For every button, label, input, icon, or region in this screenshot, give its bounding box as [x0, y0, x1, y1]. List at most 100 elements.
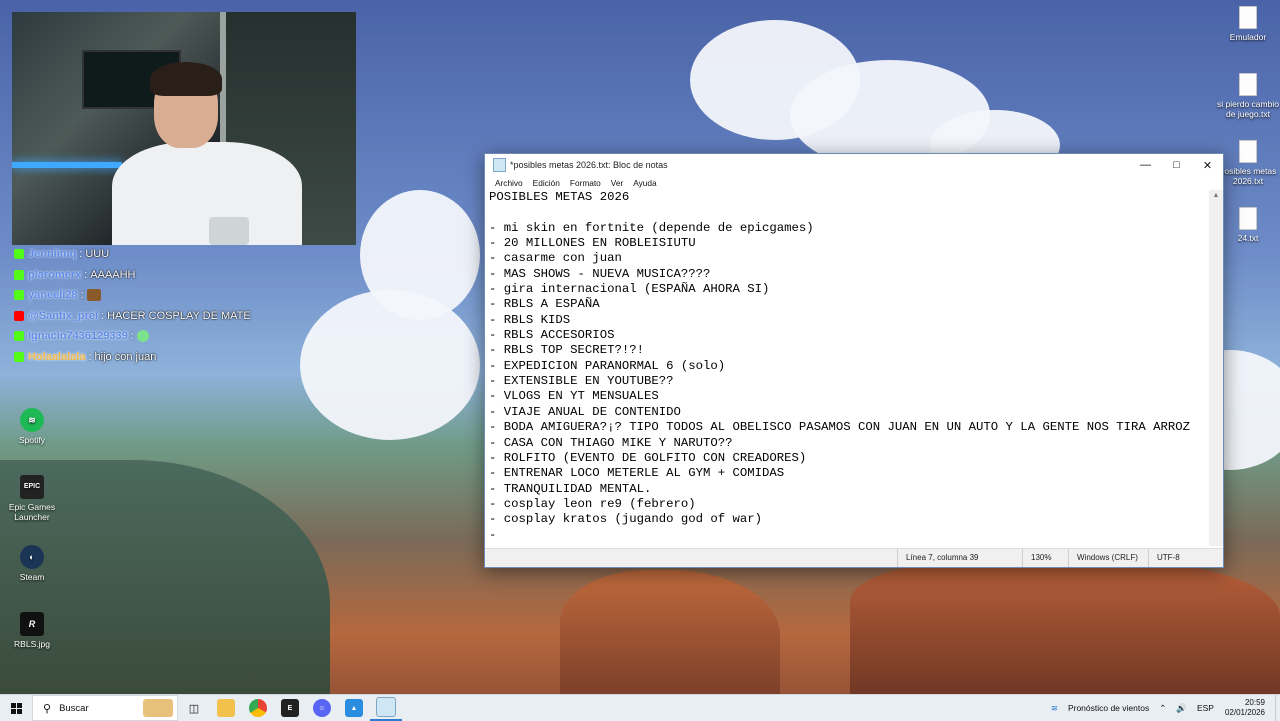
- chat-username: @Santix_prel: [28, 309, 99, 322]
- clock-date: 02/01/2026: [1224, 708, 1265, 717]
- notepad-line: - BODA AMIGUERA?¡? TIPO TODOS AL OBELISC…: [489, 420, 1191, 435]
- weather-text[interactable]: Pronóstico de vientos: [1063, 703, 1154, 713]
- notepad-line: - ROLFITO (EVENTO DE GOLFITO CON CREADOR…: [489, 450, 807, 465]
- notepad-line: - RBLS TOP SECRET?!?!: [489, 343, 644, 358]
- maximize-button[interactable]: □: [1161, 154, 1192, 176]
- menu-edicion[interactable]: Edición: [528, 176, 565, 190]
- chat-row: plaromerx: AAAAHH: [14, 265, 314, 286]
- start-button[interactable]: [0, 695, 32, 721]
- taskbar-chrome[interactable]: [242, 695, 274, 721]
- weather-icon: ≋: [1050, 702, 1058, 713]
- wallpaper-cloud: [300, 290, 480, 440]
- desktop-icon-epic-games[interactable]: EPIC Epic Games Launcher: [1, 475, 63, 522]
- menu-archivo[interactable]: Archivo: [490, 176, 528, 190]
- notepad-line: [489, 205, 1207, 220]
- taskbar-discord[interactable]: ☺: [306, 695, 338, 721]
- notepad-window[interactable]: *posibles metas 2026.txt: Bloc de notas …: [484, 153, 1224, 568]
- notepad-line: - RBLS ACCESORIOS: [489, 328, 615, 343]
- desktop-icon-label: posibles metas 2026.txt: [1219, 166, 1277, 186]
- taskbar-file-explorer[interactable]: [210, 695, 242, 721]
- show-desktop-button[interactable]: [1275, 695, 1280, 721]
- menu-formato[interactable]: Formato: [565, 176, 606, 190]
- clock[interactable]: 20:59 02/01/2026: [1219, 698, 1275, 718]
- taskbar-search[interactable]: ⚲ Buscar: [32, 695, 178, 721]
- language-indicator[interactable]: ESP: [1192, 703, 1219, 713]
- status-encoding: UTF-8: [1148, 549, 1223, 567]
- desktop-icon-label: Spotify: [19, 435, 45, 445]
- notepad-line: - CASA CON THIAGO MIKE Y NARUTO??: [489, 435, 733, 450]
- kick-badge-icon: [14, 331, 24, 342]
- photos-icon: ▲: [345, 699, 363, 717]
- status-zoom: 130%: [1022, 549, 1068, 567]
- desktop-icon-label: Steam: [19, 572, 45, 582]
- wallpaper-rock: [560, 570, 780, 700]
- clock-time: 20:59: [1244, 698, 1265, 707]
- desktop-icon-emulador[interactable]: Emulador: [1217, 6, 1279, 42]
- chat-separator: :: [84, 268, 88, 281]
- chevron-up-icon[interactable]: ⌃: [1154, 703, 1171, 714]
- kick-badge-icon: [14, 290, 24, 301]
- close-button[interactable]: ✕: [1192, 154, 1223, 176]
- chat-username: Jenniimq: [28, 248, 77, 261]
- task-view-icon: ◫: [188, 702, 200, 715]
- taskbar-epic-games[interactable]: E: [274, 695, 306, 721]
- taskbar: ⚲ Buscar ◫ E ☺ ▲ ≋ Pronóstico de vientos…: [0, 694, 1280, 721]
- notepad-line: - RBLS KIDS: [489, 312, 571, 327]
- notepad-line: - casarme con juan: [489, 251, 622, 266]
- desktop-icon-label: RBLS.jpg: [14, 639, 50, 649]
- chat-separator: :: [88, 350, 92, 363]
- chat-row: Ignacio7436129339:: [14, 326, 314, 347]
- notepad-line: - VLOGS EN YT MENSUALES: [489, 389, 659, 404]
- task-view-button[interactable]: ◫: [178, 695, 210, 721]
- desktop-icon-spotify[interactable]: ≋ Spotify: [1, 408, 63, 445]
- notepad-titlebar[interactable]: *posibles metas 2026.txt: Bloc de notas …: [485, 154, 1223, 176]
- speaker-icon[interactable]: 🔊: [1171, 703, 1192, 714]
- text-file-icon: [1239, 140, 1257, 163]
- search-placeholder: Buscar: [59, 702, 89, 714]
- youtube-badge-icon: [14, 310, 24, 321]
- notepad-statusbar: Línea 7, columna 39 130% Windows (CRLF) …: [485, 548, 1223, 567]
- notepad-line: - VIAJE ANUAL DE CONTENIDO: [489, 404, 681, 419]
- discord-icon: ☺: [313, 699, 331, 717]
- notepad-line: - cosplay leon re9 (febrero): [489, 496, 696, 511]
- desktop-icon-label: 24.txt: [1237, 233, 1259, 243]
- chat-row: @Santix_prel: HACER COSPLAY DE MATE: [14, 306, 314, 327]
- notepad-app-icon: [493, 158, 506, 172]
- chat-row: yaneeli28:: [14, 285, 314, 306]
- taskbar-notepad[interactable]: [370, 695, 402, 721]
- emote-icon: [86, 289, 101, 302]
- notepad-text-area[interactable]: POSIBLES METAS 2026 - mi skin en fortnit…: [485, 190, 1207, 546]
- stream-chat: Jenniimq: UUU plaromerx: AAAAHH yaneeli2…: [14, 236, 314, 367]
- minimize-button[interactable]: —: [1130, 154, 1161, 176]
- alien-emote-icon: [136, 330, 149, 343]
- vertical-scrollbar[interactable]: ▲: [1209, 190, 1223, 546]
- notepad-window-title: *posibles metas 2026.txt: Bloc de notas: [510, 160, 668, 170]
- search-icon: ⚲: [43, 702, 52, 715]
- desktop-icon-24[interactable]: 24.txt: [1217, 207, 1279, 243]
- notepad-line: - cosplay kratos (jugando god of war): [489, 512, 763, 527]
- chat-separator: :: [79, 248, 83, 261]
- chrome-icon: [249, 699, 267, 717]
- notepad-line: - gira internacional (ESPAÑA AHORA SI): [489, 282, 770, 297]
- notepad-line: - EXPEDICION PARANORMAL 6 (solo): [489, 358, 726, 373]
- webcam-overlay: [12, 12, 356, 245]
- desktop-icon-rbls[interactable]: R RBLS.jpg: [1, 612, 63, 649]
- menu-ver[interactable]: Ver: [606, 176, 628, 190]
- taskbar-photos[interactable]: ▲: [338, 695, 370, 721]
- desktop-icon-label: si pierdo cambio de juego.txt: [1217, 99, 1279, 119]
- desktop-icon-posibles-metas[interactable]: posibles metas 2026.txt: [1217, 140, 1279, 186]
- epic-games-icon: E: [281, 699, 299, 717]
- notepad-line: POSIBLES METAS 2026: [489, 190, 630, 204]
- status-cursor-position: Línea 7, columna 39: [897, 549, 1022, 567]
- chat-separator: :: [101, 309, 105, 322]
- scroll-up-arrow-icon[interactable]: ▲: [1209, 190, 1223, 202]
- kick-badge-icon: [14, 249, 24, 260]
- notepad-line: - EXTENSIBLE EN YOUTUBE??: [489, 374, 674, 389]
- desktop-icon-label: Emulador: [1229, 32, 1267, 42]
- notepad-line: - 20 MILLONES EN ROBLEISIUTU: [489, 236, 696, 251]
- menu-ayuda[interactable]: Ayuda: [628, 176, 661, 190]
- desktop-icon-si-pierdo[interactable]: si pierdo cambio de juego.txt: [1217, 73, 1279, 119]
- desktop-icon-steam[interactable]: ◐ Steam: [1, 545, 63, 582]
- text-file-icon: [1239, 207, 1257, 230]
- streamer-hair: [150, 62, 222, 96]
